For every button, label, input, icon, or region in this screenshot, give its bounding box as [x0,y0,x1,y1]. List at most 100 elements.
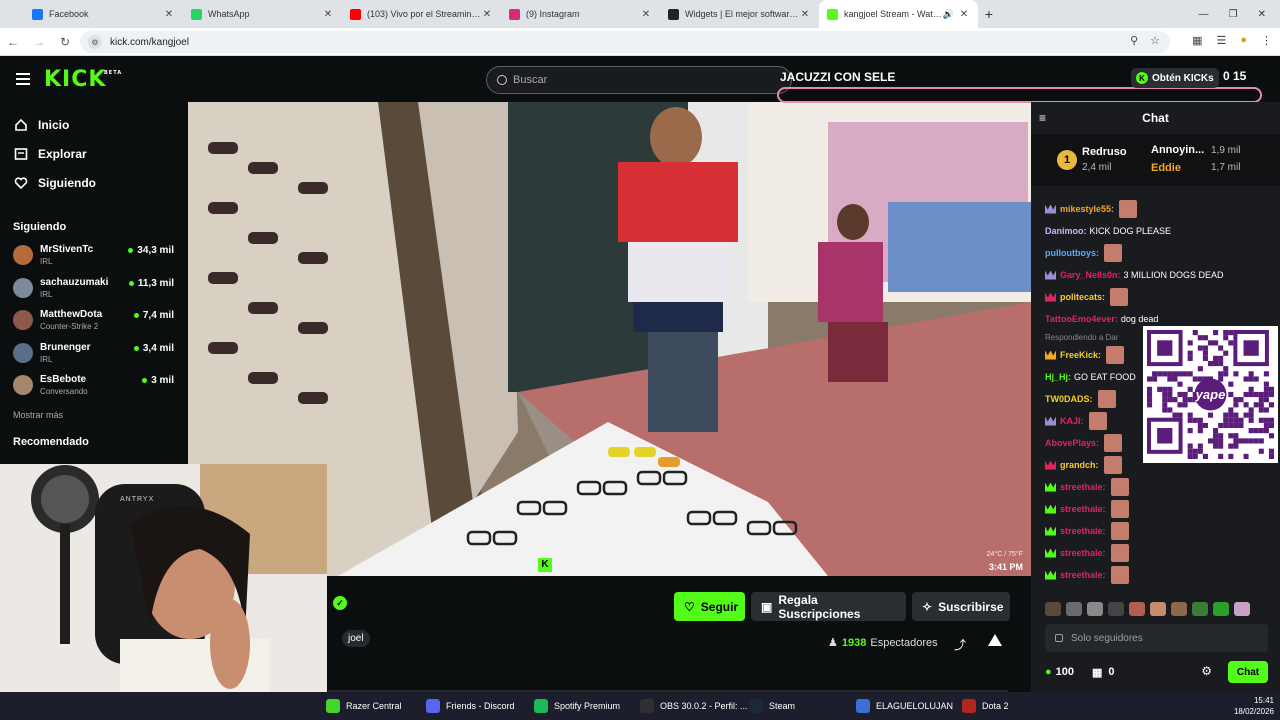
chat-username[interactable]: AbovePlays: [1045,438,1099,448]
url-field[interactable]: ⚙ kick.com/kangjoel ⚲ ☆ [80,31,1170,53]
chat-message[interactable]: streethale: [1031,476,1280,498]
close-tab-icon[interactable]: ✕ [958,9,970,20]
close-tab-icon[interactable]: ✕ [322,9,334,20]
taskbar-app[interactable]: Spotify Premium [534,692,620,720]
followed-channel[interactable]: sachauzumaki IRL 11,3 mil [0,272,188,305]
chat-username[interactable]: politecats: [1060,292,1105,302]
menu-dots-icon[interactable]: ⋮ [1261,34,1272,47]
chat-message[interactable]: mikestyle55: [1031,198,1280,220]
chat-username[interactable]: mikestyle55: [1060,204,1114,214]
zoom-icon[interactable]: ⚲ [1130,34,1138,47]
chat-settings-icon[interactable]: ⚙ [1201,664,1212,678]
emote-icon[interactable] [1171,602,1187,616]
emote-icon[interactable] [1066,602,1082,616]
minimize-icon[interactable]: — [1199,9,1209,20]
gift-box-icon[interactable]: ▦ [1092,666,1102,679]
chat-message[interactable]: streethale: [1031,542,1280,564]
chat-send-button[interactable]: Chat [1228,661,1268,683]
taskbar-app[interactable]: Friends - Discord [426,692,515,720]
emote-icon[interactable] [1087,602,1103,616]
bookmark-star-icon[interactable]: ☆ [1150,34,1160,47]
stream-tag[interactable]: joel [342,630,370,647]
browser-tab[interactable]: Facebook ✕ [24,0,183,28]
chat-message[interactable]: politecats: [1031,286,1280,308]
chat-message[interactable]: pulloutboys: [1031,242,1280,264]
chat-input[interactable]: Solo seguidores [1045,624,1268,652]
browser-tab[interactable]: WhatsApp ✕ [183,0,342,28]
close-window-icon[interactable]: ✕ [1258,9,1266,20]
chat-username[interactable]: FreeKick: [1060,350,1101,360]
get-kicks-button[interactable]: K Obtén KICKs [1131,68,1219,88]
chat-username[interactable]: pulloutboys: [1045,248,1099,258]
chat-username[interactable]: KAJI: [1060,416,1084,426]
share-icon[interactable]: ⤴ [954,636,966,653]
follow-button[interactable]: ♡ Seguir [674,592,745,621]
taskbar-app[interactable]: Steam [749,692,795,720]
forward-icon[interactable]: → [26,35,52,49]
subscribe-button[interactable]: ✧ Suscribirse [912,592,1010,621]
channel-name: MatthewDota [40,309,103,321]
kick-logo[interactable]: KICK BETA [44,67,121,92]
browser-tab[interactable]: kangjoel Stream - Watch Li 🔊 ✕ [819,0,978,28]
chat-username[interactable]: streethale: [1060,570,1106,580]
close-tab-icon[interactable]: ✕ [163,9,175,20]
chat-username[interactable]: Hj_Hj: [1045,372,1071,382]
chat-username[interactable]: streethale: [1060,482,1106,492]
search-box[interactable] [486,66,792,94]
chat-message[interactable]: streethale: [1031,520,1280,542]
back-icon[interactable]: ← [0,35,26,49]
nav-explore[interactable]: Explorar [0,139,188,168]
chat-username[interactable]: streethale: [1060,548,1106,558]
speaker-icon[interactable]: 🔊 [943,9,954,20]
emote-icon[interactable] [1234,602,1250,616]
chat-username[interactable]: streethale: [1060,526,1106,536]
browser-tab[interactable]: Widgets | El mejor software pa ✕ [660,0,819,28]
collapse-chat-icon[interactable]: ≡ [1039,111,1046,125]
followed-channel[interactable]: EsBebote Conversando 3 mil [0,369,188,402]
taskbar-app[interactable]: Razer Central [326,692,402,720]
emote-icon[interactable] [1150,602,1166,616]
browser-tab[interactable]: (9) Instagram ✕ [501,0,660,28]
chat-message[interactable]: Danimoo: KICK DOG PLEASE [1031,220,1280,242]
restore-icon[interactable]: ❐ [1229,9,1238,20]
browser-tab[interactable]: (103) Vivo por el Streaming - Yo✕ [342,0,501,28]
chat-username[interactable]: TattooEmo4ever: [1045,314,1118,324]
new-tab-button[interactable]: + [978,6,1000,22]
close-tab-icon[interactable]: ✕ [799,9,811,20]
extensions-icon[interactable]: ▦ [1192,34,1202,47]
profile-icon[interactable]: ● [1240,34,1247,47]
chat-message[interactable]: Gary_Nells0n: 3 MILLION DOGS DEAD [1031,264,1280,286]
chat-username[interactable]: Gary_Nells0n: [1060,270,1121,280]
nav-home[interactable]: Inicio [0,110,188,139]
search-input[interactable] [513,74,773,86]
show-more-link[interactable]: Mostrar más [0,410,188,420]
site-info-icon[interactable]: ⚙ [88,35,102,49]
followed-channel[interactable]: MrStivenTc IRL 34,3 mil [0,239,188,272]
emote-icon[interactable] [1108,602,1124,616]
chat-username[interactable]: TW0DADS: [1045,394,1093,404]
emote-icon[interactable] [1192,602,1208,616]
tab-favicon-icon [509,8,520,20]
chat-username[interactable]: streethale: [1060,504,1106,514]
menu-icon[interactable] [16,73,30,85]
reload-icon[interactable]: ↻ [52,35,78,49]
chat-message[interactable]: streethale: [1031,498,1280,520]
report-icon[interactable] [988,634,1002,646]
close-tab-icon[interactable]: ✕ [640,9,652,20]
emote-icon[interactable] [1129,602,1145,616]
chat-message[interactable]: streethale: [1031,564,1280,586]
chat-username[interactable]: grandch: [1060,460,1099,470]
close-tab-icon[interactable]: ✕ [481,9,493,20]
chat-username[interactable]: Danimoo: [1045,226,1087,236]
gift-subs-button[interactable]: ▣ Regala Suscripciones [751,592,906,621]
taskbar-app[interactable]: OBS 30.0.2 - Perfil: ... [640,692,748,720]
media-icon[interactable]: ☰ [1216,34,1226,47]
emote-icon[interactable] [1213,602,1229,616]
followed-channel[interactable]: Brunenger IRL 3,4 mil [0,337,188,370]
nav-explore-label: Explorar [38,146,87,161]
followed-channel[interactable]: MatthewDota Counter-Strike 2 7,4 mil [0,304,188,337]
taskbar-app[interactable]: Dota 2 [962,692,1009,720]
nav-following[interactable]: Siguiendo [0,168,188,197]
taskbar-app[interactable]: ELAGUELOLUJAN [856,692,953,720]
emote-icon[interactable] [1045,602,1061,616]
